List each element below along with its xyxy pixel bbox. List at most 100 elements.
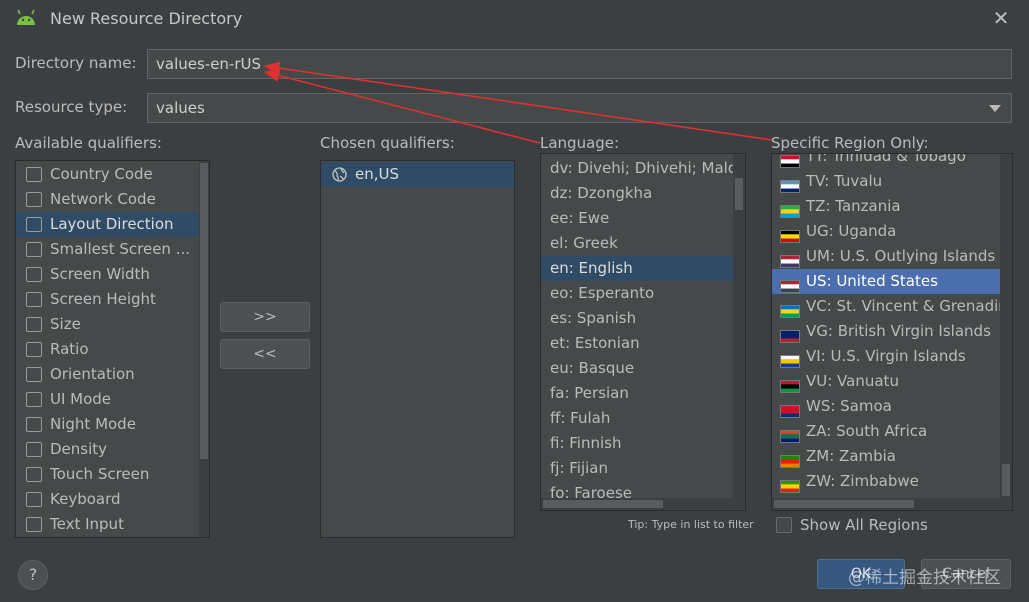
region-item[interactable]: VG: British Virgin Islands <box>772 319 1012 344</box>
chevron-down-icon[interactable] <box>989 105 1001 112</box>
language-label: Language: <box>540 134 620 152</box>
show-all-regions-checkbox[interactable] <box>776 517 792 533</box>
scrollbar[interactable] <box>199 161 209 537</box>
qualifier-item[interactable]: Size <box>16 312 209 337</box>
language-item[interactable]: eo: Esperanto <box>541 281 745 306</box>
region-item[interactable]: ZW: Zimbabwe <box>772 469 1012 494</box>
language-hscrollbar[interactable] <box>541 498 745 510</box>
language-item[interactable]: en: English <box>541 256 745 281</box>
language-item[interactable]: fj: Fijian <box>541 456 745 481</box>
qualifier-label: Size <box>50 315 81 333</box>
qualifier-item[interactable]: Text Input <box>16 512 209 537</box>
region-item[interactable]: UG: Uganda <box>772 219 1012 244</box>
available-qualifiers-list[interactable]: Country Code Network Code Layout Direction… <box>15 160 210 538</box>
qualifier-label: UI Mode <box>50 390 112 408</box>
qualifier-item[interactable]: Layout Direction <box>16 212 209 237</box>
region-item[interactable]: TZ: Tanzania <box>772 194 1012 219</box>
scrollbar-thumb[interactable] <box>200 163 208 459</box>
resource-type-value: values <box>156 99 205 117</box>
language-list[interactable]: dv: Divehi; Dhivehi; Maldivian dz: Dzongk… <box>540 153 746 511</box>
qualifier-item[interactable]: UI Mode <box>16 387 209 412</box>
remove-qualifier-button[interactable]: << <box>220 339 310 369</box>
qualifier-label: Orientation <box>50 365 135 383</box>
dialog-title: New Resource Directory <box>50 9 243 28</box>
language-item[interactable]: dz: Dzongkha <box>541 181 745 206</box>
qualifier-label: Text Input <box>50 515 124 533</box>
region-list[interactable]: TT: Trinidad & Tobago TV: Tuvalu TZ: Tanza… <box>771 153 1013 511</box>
qualifier-item[interactable]: Orientation <box>16 362 209 387</box>
keyboard-icon <box>26 492 42 507</box>
region-hscrollbar-thumb[interactable] <box>774 500 914 508</box>
um-flag-icon <box>780 251 800 268</box>
region-scrollbar[interactable] <box>1000 154 1012 498</box>
region-label-text: VC: St. Vincent & Grenadines <box>806 297 1013 315</box>
region-item[interactable]: VI: U.S. Virgin Islands <box>772 344 1012 369</box>
language-item[interactable]: ee: Ewe <box>541 206 745 231</box>
qualifier-label: Screen Width <box>50 265 150 283</box>
region-item[interactable]: US: United States <box>772 269 1012 294</box>
language-item[interactable]: fi: Finnish <box>541 431 745 456</box>
directory-name-input[interactable]: values-en-rUS <box>147 49 1012 79</box>
help-button[interactable]: ? <box>18 560 48 590</box>
qualifier-item[interactable]: Smallest Screen ... <box>16 237 209 262</box>
globe-icon <box>332 167 347 182</box>
qualifier-item[interactable]: Network Code <box>16 187 209 212</box>
qualifier-item[interactable]: Ratio <box>16 337 209 362</box>
region-hscrollbar[interactable] <box>772 498 1012 510</box>
region-item[interactable]: TT: Trinidad & Tobago <box>772 154 1012 169</box>
vu-flag-icon <box>780 376 800 393</box>
region-label-text: UG: Uganda <box>806 222 897 240</box>
language-scrollbar[interactable] <box>733 154 745 498</box>
language-label-text: dz: Dzongkha <box>550 184 653 202</box>
region-item[interactable]: TV: Tuvalu <box>772 169 1012 194</box>
text-input-icon <box>26 517 42 532</box>
language-item[interactable]: fa: Persian <box>541 381 745 406</box>
available-qualifiers-label: Available qualifiers: <box>15 134 162 152</box>
qualifier-item[interactable]: Density <box>16 437 209 462</box>
language-scrollbar-thumb[interactable] <box>735 178 743 210</box>
region-label-text: US: United States <box>806 272 938 290</box>
add-qualifier-button[interactable]: >> <box>220 302 310 332</box>
language-label-text: el: Greek <box>550 234 618 252</box>
language-item[interactable]: et: Estonian <box>541 331 745 356</box>
region-item[interactable]: ZM: Zambia <box>772 444 1012 469</box>
chosen-qualifier-label: en,US <box>355 165 400 183</box>
chosen-qualifiers-list[interactable]: en,US <box>320 160 515 538</box>
language-item[interactable]: eu: Basque <box>541 356 745 381</box>
resource-type-label: Resource type: <box>15 98 128 116</box>
language-label-text: fj: Fijian <box>550 459 609 477</box>
night-mode-icon <box>26 417 42 432</box>
close-icon[interactable]: ✕ <box>990 7 1012 29</box>
region-label: Specific Region Only: <box>771 134 929 152</box>
language-item[interactable]: ff: Fulah <box>541 406 745 431</box>
language-hscrollbar-thumb[interactable] <box>543 500 663 508</box>
language-item[interactable]: dv: Divehi; Dhivehi; Maldivian <box>541 156 745 181</box>
region-item[interactable]: WS: Samoa <box>772 394 1012 419</box>
qualifier-item[interactable]: Night Mode <box>16 412 209 437</box>
qualifier-item[interactable]: Keyboard <box>16 487 209 512</box>
region-item[interactable]: UM: U.S. Outlying Islands <box>772 244 1012 269</box>
qualifier-item[interactable]: Screen Width <box>16 262 209 287</box>
region-item[interactable]: ZA: South Africa <box>772 419 1012 444</box>
chosen-qualifier-item[interactable]: en,US <box>321 162 514 187</box>
language-item[interactable]: el: Greek <box>541 231 745 256</box>
ratio-icon <box>26 342 42 357</box>
region-label-text: VG: British Virgin Islands <box>806 322 991 340</box>
qualifier-item[interactable]: Country Code <box>16 162 209 187</box>
qualifier-label: Network Code <box>50 190 156 208</box>
language-label-text: dv: Divehi; Dhivehi; Maldivian <box>550 159 745 177</box>
language-label-text: es: Spanish <box>550 309 637 327</box>
region-item[interactable]: VC: St. Vincent & Grenadines <box>772 294 1012 319</box>
language-label-text: ff: Fulah <box>550 409 611 427</box>
region-label-text: TV: Tuvalu <box>806 172 883 190</box>
tt-flag-icon <box>780 154 800 168</box>
resource-type-select[interactable]: values <box>147 93 1012 123</box>
language-item[interactable]: es: Spanish <box>541 306 745 331</box>
qualifier-label: Layout Direction <box>50 215 174 233</box>
screen-width-icon <box>26 267 42 282</box>
qualifier-item[interactable]: Screen Height <box>16 287 209 312</box>
region-scrollbar-thumb[interactable] <box>1002 464 1010 496</box>
qualifier-item[interactable]: Touch Screen <box>16 462 209 487</box>
region-item[interactable]: VU: Vanuatu <box>772 369 1012 394</box>
region-label-text: VI: U.S. Virgin Islands <box>806 347 966 365</box>
